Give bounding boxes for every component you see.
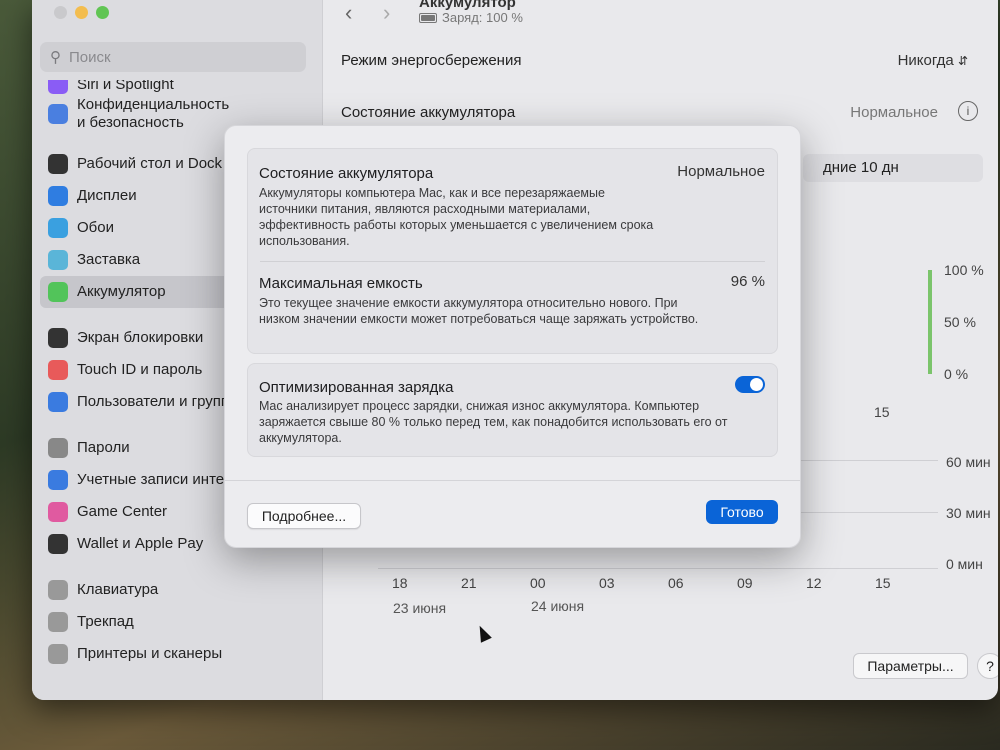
help-button[interactable]: ? [977, 653, 998, 679]
battery-health-value: Нормальное [850, 104, 938, 121]
sidebar-item-label: Обои [77, 219, 114, 236]
sidebar-item-label: Экран блокировки [77, 329, 204, 346]
minimize-window-button[interactable] [75, 6, 88, 19]
search-icon: ⚲ [50, 49, 61, 66]
sidebar-item-label: Пользователи и группы [77, 393, 240, 410]
parameters-button[interactable]: Параметры... [853, 653, 968, 679]
sidebar-item[interactable]: Siri и Spotlight [40, 80, 314, 94]
toggle-knob [750, 378, 763, 391]
battery-icon [48, 282, 68, 302]
y2-label-top: 60 мин [946, 454, 991, 470]
at-icon [48, 470, 68, 490]
updown-chevron-icon: ⇵ [957, 54, 968, 68]
x-tick-label: 09 [737, 575, 753, 591]
battery-status-icon [419, 12, 437, 23]
sidebar-item-label: Дисплеи [77, 187, 137, 204]
lock-icon [48, 328, 68, 348]
forward-button[interactable]: › [383, 0, 390, 26]
health-card: Состояние аккумулятора Нормальное Аккуму… [247, 148, 778, 354]
sidebar-item-label: Аккумулятор [77, 283, 166, 300]
power-mode-row: Режим энергосбережения Никогда ⇵ [341, 52, 978, 69]
trackpad-icon [48, 612, 68, 632]
siri-icon [48, 80, 68, 94]
sidebar-item-label: Клавиатура [77, 581, 159, 598]
sidebar-item-label: Game Center [77, 503, 168, 520]
y2-label-mid: 30 мин [946, 505, 991, 521]
capacity-value: 96 % [730, 273, 765, 290]
sidebar-item-label: Siri и Spotlight [77, 80, 174, 93]
optimized-charging-description: Mac анализирует процесс зарядки, снижая … [259, 399, 728, 445]
date-label-2: 24 июня [531, 598, 585, 614]
flower-icon [48, 218, 68, 238]
screensaver-icon [48, 250, 68, 270]
sidebar-item-label: Трекпад [77, 613, 134, 630]
search-placeholder: Поиск [69, 48, 111, 66]
footer-divider [225, 480, 800, 481]
period-label: дние 10 дн [823, 159, 899, 176]
optimized-charging-toggle[interactable] [735, 376, 765, 393]
back-button[interactable]: ‹ [345, 0, 352, 26]
x-tick-label: 03 [599, 575, 615, 591]
sidebar-item[interactable]: Трекпад [40, 606, 314, 638]
traffic-lights [54, 6, 109, 19]
learn-more-button[interactable]: Подробнее... [247, 503, 361, 529]
y-label-top: 100 % [944, 262, 984, 278]
sun-icon [48, 186, 68, 206]
x-tick-label: 21 [461, 575, 477, 591]
toolbar: ‹ › Аккумулятор Заряд: 100 % [323, 0, 998, 34]
maximize-window-button[interactable] [96, 6, 109, 19]
x-tick-label: 18 [392, 575, 408, 591]
period-segment[interactable]: дние 10 дн [803, 154, 983, 182]
info-icon[interactable]: i [958, 101, 978, 121]
x-tick-label: 15 [875, 575, 891, 591]
search-field[interactable]: ⚲ Поиск [40, 42, 306, 72]
close-window-button[interactable] [54, 6, 67, 19]
date-label-1: 23 июня [393, 600, 447, 616]
sidebar-item-label: Заставка [77, 251, 141, 268]
users-icon [48, 392, 68, 412]
x-tick-label: 06 [668, 575, 684, 591]
optimized-charging-card: Оптимизированная зарядка Mac анализирует… [247, 363, 778, 457]
fingerprint-icon [48, 360, 68, 380]
x-tick-label: 12 [806, 575, 822, 591]
y2-label-bottom: 0 мин [946, 556, 983, 572]
charge-level-text: Заряд: 100 % [442, 10, 523, 25]
keyboard-icon [48, 580, 68, 600]
y-label-bottom: 0 % [944, 366, 969, 382]
sidebar-item-label: Рабочий стол и Dock [77, 155, 223, 172]
sidebar-item-label: Touch ID и пароль [77, 361, 203, 378]
wallet-icon [48, 534, 68, 554]
x-tick-label: 00 [530, 575, 546, 591]
sidebar-item[interactable]: Клавиатура [40, 574, 314, 606]
health-description: Аккумуляторы компьютера Mac, как и все п… [259, 186, 654, 248]
gamecenter-icon [48, 502, 68, 522]
window-subtitle: Заряд: 100 % [419, 10, 523, 25]
printer-icon [48, 644, 68, 664]
sidebar-item-label: Wallet и Apple Pay [77, 535, 204, 552]
battery-level-bar [928, 270, 932, 374]
battery-health-row: Состояние аккумулятора Нормальное i [341, 101, 978, 121]
power-mode-label: Режим энергосбережения [341, 52, 522, 69]
key-icon [48, 438, 68, 458]
sidebar-item-label: Принтеры и сканеры [77, 645, 223, 662]
power-mode-select[interactable]: Никогда ⇵ [898, 52, 968, 69]
battery-health-label: Состояние аккумулятора [341, 104, 516, 121]
y-label-mid: 50 % [944, 314, 976, 330]
hand-icon [48, 104, 68, 124]
capacity-description: Это текущее значение емкости аккумулятор… [259, 296, 699, 326]
grid-line [378, 568, 938, 569]
optimized-charging-title: Оптимизированная зарядка [259, 379, 454, 396]
battery-health-dialog: Состояние аккумулятора Нормальное Аккуму… [224, 125, 801, 548]
divider [260, 261, 765, 262]
sidebar-item-label: Пароли [77, 439, 130, 456]
sidebar-item-label: Конфиденциальность и безопасность [77, 96, 230, 131]
health-value: Нормальное [677, 163, 765, 180]
health-title: Состояние аккумулятора [259, 165, 434, 182]
sidebar-item[interactable]: Принтеры и сканеры [40, 638, 314, 670]
capacity-title: Максимальная емкость [259, 275, 423, 292]
dock-icon [48, 154, 68, 174]
done-button[interactable]: Готово [706, 500, 778, 524]
x-label-top-chart: 15 [874, 404, 890, 420]
